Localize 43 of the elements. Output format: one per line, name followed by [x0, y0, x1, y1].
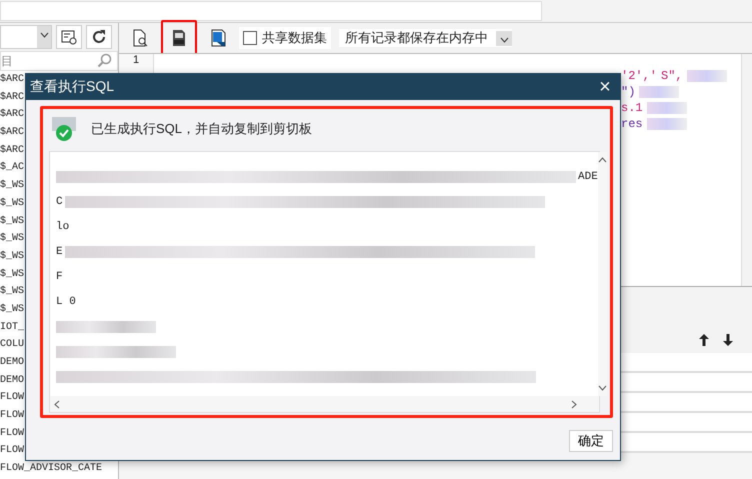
ok-button[interactable]: 确定: [569, 430, 613, 452]
code-text: '2',': [621, 69, 658, 83]
sql-text: lo: [56, 220, 70, 232]
table-item[interactable]: FLOW_ADVISOR_CATE: [0, 460, 118, 478]
address-field[interactable]: [0, 1, 542, 21]
filter-button[interactable]: [56, 25, 82, 49]
sql-text: C: [56, 196, 63, 208]
blurred-text: [686, 70, 727, 82]
filter-icon: [61, 29, 77, 45]
sql-file-icon: [171, 29, 187, 47]
sql-text: ADE: [578, 170, 598, 182]
search-field[interactable]: 目: [0, 51, 118, 71]
code-text: S",: [661, 69, 683, 83]
sql-text: F: [56, 270, 63, 282]
blurred-text: [639, 86, 680, 98]
document-search-icon: [132, 29, 148, 47]
chevron-up-icon[interactable]: [598, 157, 607, 163]
storage-dropdown[interactable]: 所有记录都保存在内存中: [339, 29, 512, 47]
arrow-down-icon[interactable]: [722, 333, 734, 347]
caret-icon: [500, 36, 508, 42]
chevron-left-icon[interactable]: [54, 400, 60, 408]
blurred-text: [646, 102, 687, 114]
arrow-up-icon[interactable]: [698, 333, 710, 347]
sql-text: L 0: [56, 296, 76, 308]
share-dataset-checkbox[interactable]: 共享数据集: [239, 27, 331, 49]
code-text: s.1: [621, 101, 643, 115]
refresh-icon: [91, 29, 107, 45]
close-button[interactable]: ×: [590, 76, 620, 98]
sql-text: E: [56, 246, 63, 258]
dialog-title: 查看执行SQL: [30, 78, 114, 96]
status-message: 已生成执行SQL，并自动复制到剪切板: [91, 120, 312, 138]
line-number: 1: [132, 54, 140, 66]
caret-icon: [40, 32, 48, 38]
search-icon: [97, 53, 113, 69]
horizontal-scrollbar[interactable]: [50, 396, 599, 412]
export-icon: [210, 29, 226, 47]
blurred-text: [646, 118, 687, 130]
chevron-right-icon[interactable]: [571, 400, 577, 408]
chevron-down-icon[interactable]: [598, 385, 607, 391]
refresh-button[interactable]: [86, 25, 112, 49]
success-icon: [51, 116, 77, 142]
code-text: res: [621, 117, 643, 131]
code-text: "): [621, 85, 636, 99]
